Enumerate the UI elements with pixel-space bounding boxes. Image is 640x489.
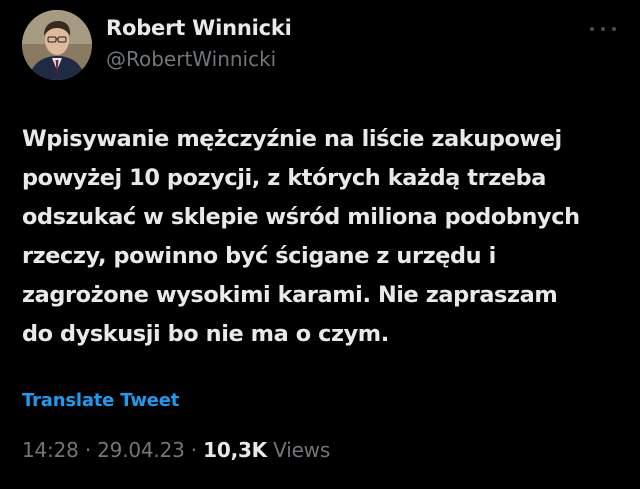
views-count[interactable]: 10,3K — [203, 438, 267, 462]
avatar-photo — [22, 10, 92, 80]
author-display-name[interactable]: Robert Winnicki — [106, 16, 292, 40]
tweet-date[interactable]: 29.04.23 — [97, 438, 185, 462]
more-dot — [601, 27, 605, 31]
more-options-icon[interactable] — [590, 24, 616, 34]
meta-separator: · — [190, 438, 197, 462]
meta-separator: · — [84, 438, 91, 462]
views-label[interactable]: Views — [273, 438, 330, 462]
tweet-text: Wpisywanie mężczyźnie na liście zakupowe… — [22, 126, 580, 347]
tweet-meta: 14:28 · 29.04.23 · 10,3K Views — [22, 438, 330, 462]
more-dot — [612, 27, 616, 31]
tweet-time[interactable]: 14:28 — [22, 438, 79, 462]
avatar[interactable] — [22, 10, 92, 80]
more-dot — [590, 27, 594, 31]
author-handle[interactable]: @RobertWinnicki — [106, 47, 276, 71]
translate-tweet-link[interactable]: Translate Tweet — [22, 390, 179, 411]
